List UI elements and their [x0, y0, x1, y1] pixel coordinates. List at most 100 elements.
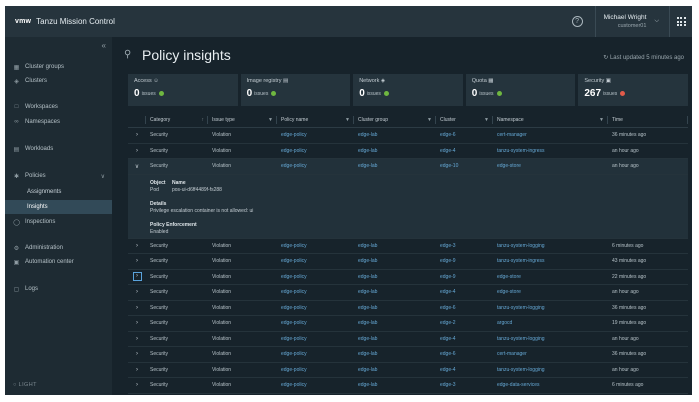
chevron-right-icon[interactable]: › — [128, 258, 146, 264]
table-row[interactable]: › Security Violation edge-policy edge-lab edg… — [128, 332, 688, 347]
cell-ns[interactable]: cert-manager — [493, 351, 608, 357]
cell-ns[interactable]: tanzu-system-logging — [493, 243, 608, 249]
last-updated[interactable]: ↻ Last updated 5 minutes ago — [603, 54, 684, 61]
chevron-right-icon[interactable]: › — [128, 367, 146, 373]
cell-ns[interactable]: tanzu-system-logging — [493, 305, 608, 311]
user-menu[interactable]: Michael Wright customer01 — [596, 13, 655, 31]
sidebar-item-cluster-groups[interactable]: ▦ Cluster groups — [5, 61, 112, 73]
summary-card-quota[interactable]: Quota ▦ 0 issues — [465, 74, 576, 106]
table-row[interactable]: › Security Violation edge-policy edge-lab edg… — [128, 285, 688, 301]
cell-policy[interactable]: edge-policy — [277, 148, 354, 154]
cell-ns[interactable]: tanzu-system-logging — [493, 336, 608, 342]
cell-cluster[interactable]: edge-6 — [436, 351, 493, 357]
filter-icon[interactable]: ▼ — [484, 117, 489, 123]
cell-cluster[interactable]: edge-6 — [436, 132, 493, 138]
cell-group[interactable]: edge-lab — [354, 336, 436, 342]
table-row[interactable]: ∨ Security Violation edge-policy edge-lab edg… — [128, 159, 688, 175]
cell-group[interactable]: edge-lab — [354, 274, 436, 280]
collapse-sidebar-icon[interactable]: « — [102, 41, 106, 50]
chevron-right-icon[interactable]: › — [128, 243, 146, 249]
filter-icon[interactable]: ▼ — [599, 117, 604, 123]
cell-group[interactable]: edge-lab — [354, 148, 436, 154]
column-cluster[interactable]: Cluster ▼ — [436, 112, 493, 128]
cell-cluster[interactable]: edge-9 — [436, 258, 493, 264]
table-row[interactable]: › Security Violation edge-policy edge-lab edg… — [128, 270, 688, 285]
sidebar-item-inspections[interactable]: ◯ Inspections — [5, 216, 112, 228]
theme-toggle[interactable]: ○ LIGHT — [13, 382, 37, 388]
cell-group[interactable]: edge-lab — [354, 382, 436, 388]
sidebar-item-automation-center[interactable]: ▣ Automation center — [5, 256, 112, 268]
cell-group[interactable]: edge-lab — [354, 258, 436, 264]
cell-cluster[interactable]: edge-6 — [436, 305, 493, 311]
cell-ns[interactable]: edge-store — [493, 289, 608, 295]
chevron-right-icon[interactable]: › — [128, 336, 146, 342]
cell-ns[interactable]: edge-store — [493, 163, 608, 169]
chevron-right-icon[interactable]: › — [128, 272, 146, 282]
table-row[interactable]: › Security Violation edge-policy edge-lab edg… — [128, 239, 688, 254]
cell-ns[interactable]: edge-data-services — [493, 382, 608, 388]
cell-ns[interactable]: edge-store — [493, 274, 608, 280]
column-category[interactable]: Category ↑ — [146, 112, 208, 128]
table-row[interactable]: › Security Violation edge-policy edge-lab edg… — [128, 316, 688, 332]
app-switcher-button[interactable] — [670, 6, 692, 37]
cell-cluster[interactable]: edge-2 — [436, 320, 493, 326]
cell-policy[interactable]: edge-policy — [277, 258, 354, 264]
sidebar-item-assignments[interactable]: Assignments — [5, 185, 112, 198]
cell-cluster[interactable]: edge-3 — [436, 243, 493, 249]
cell-policy[interactable]: edge-policy — [277, 305, 354, 311]
cell-policy[interactable]: edge-policy — [277, 243, 354, 249]
cell-policy[interactable]: edge-policy — [277, 336, 354, 342]
cell-group[interactable]: edge-lab — [354, 243, 436, 249]
table-row[interactable]: › Security Violation edge-policy edge-lab edg… — [128, 301, 688, 316]
chevron-right-icon[interactable]: › — [128, 351, 146, 357]
summary-card-network[interactable]: Network ◈ 0 issues — [353, 74, 463, 106]
cell-policy[interactable]: edge-policy — [277, 289, 354, 295]
cell-cluster[interactable]: edge-4 — [436, 148, 493, 154]
table-row[interactable]: › Security Violation edge-policy edge-lab edg… — [128, 128, 688, 144]
sidebar-item-administration[interactable]: ⚙ Administration — [5, 242, 112, 254]
cell-policy[interactable]: edge-policy — [277, 132, 354, 138]
cell-group[interactable]: edge-lab — [354, 132, 436, 138]
chevron-right-icon[interactable]: › — [128, 148, 146, 154]
cell-cluster[interactable]: edge-4 — [436, 289, 493, 295]
table-row[interactable]: › Security Violation edge-policy edge-lab edg… — [128, 378, 688, 394]
chevron-right-icon[interactable]: › — [128, 289, 146, 295]
cell-ns[interactable]: tanzu-system-ingress — [493, 148, 608, 154]
table-row[interactable]: › Security Violation edge-policy edge-lab edg… — [128, 144, 688, 159]
table-row[interactable]: › Security Violation edge-policy edge-lab edg… — [128, 363, 688, 378]
chevron-right-icon[interactable]: › — [128, 132, 146, 138]
help-icon[interactable]: ? — [571, 16, 583, 27]
column-cluster-group[interactable]: Cluster group ▼ — [354, 112, 436, 128]
column-issue-type[interactable]: Issue type ▼ — [208, 112, 277, 128]
column-policy-name[interactable]: Policy name ▼ — [277, 112, 354, 128]
sidebar-item-workloads[interactable]: ▤ Workloads — [5, 143, 112, 155]
cell-ns[interactable]: argocd — [493, 320, 608, 326]
sidebar-item-clusters[interactable]: ◈ Clusters — [5, 75, 112, 87]
cell-ns[interactable]: tanzu-system-ingress — [493, 258, 608, 264]
cell-policy[interactable]: edge-policy — [277, 351, 354, 357]
filter-icon[interactable]: ▼ — [427, 117, 432, 123]
cell-policy[interactable]: edge-policy — [277, 163, 354, 169]
cell-group[interactable]: edge-lab — [354, 367, 436, 373]
chevron-right-icon[interactable]: › — [128, 305, 146, 311]
cell-cluster[interactable]: edge-10 — [436, 163, 493, 169]
cell-cluster[interactable]: edge-4 — [436, 367, 493, 373]
column-time[interactable]: Time — [608, 112, 688, 128]
sidebar-item-namespaces[interactable]: ∞ Namespaces — [5, 116, 112, 128]
chevron-down-icon[interactable]: ⌵ — [654, 18, 659, 25]
cell-ns[interactable]: cert-manager — [493, 132, 608, 138]
cell-policy[interactable]: edge-policy — [277, 367, 354, 373]
chevron-right-icon[interactable]: › — [128, 320, 146, 326]
cell-group[interactable]: edge-lab — [354, 289, 436, 295]
table-row[interactable]: › Security Violation edge-policy edge-lab edg… — [128, 254, 688, 270]
sidebar-item-insights[interactable]: Insights — [5, 200, 112, 214]
sidebar-item-policies[interactable]: ✱ Policies ∨ — [5, 170, 112, 182]
cell-policy[interactable]: edge-policy — [277, 382, 354, 388]
summary-card-access[interactable]: Access ☺ 0 issues — [128, 74, 238, 106]
cell-ns[interactable]: tanzu-system-logging — [493, 367, 608, 373]
cell-group[interactable]: edge-lab — [354, 163, 436, 169]
table-row[interactable]: › Security Violation edge-policy edge-lab edg… — [128, 347, 688, 363]
cell-group[interactable]: edge-lab — [354, 351, 436, 357]
summary-card-security[interactable]: Security ▣ 267 issues — [578, 74, 688, 106]
cell-cluster[interactable]: edge-9 — [436, 274, 493, 280]
